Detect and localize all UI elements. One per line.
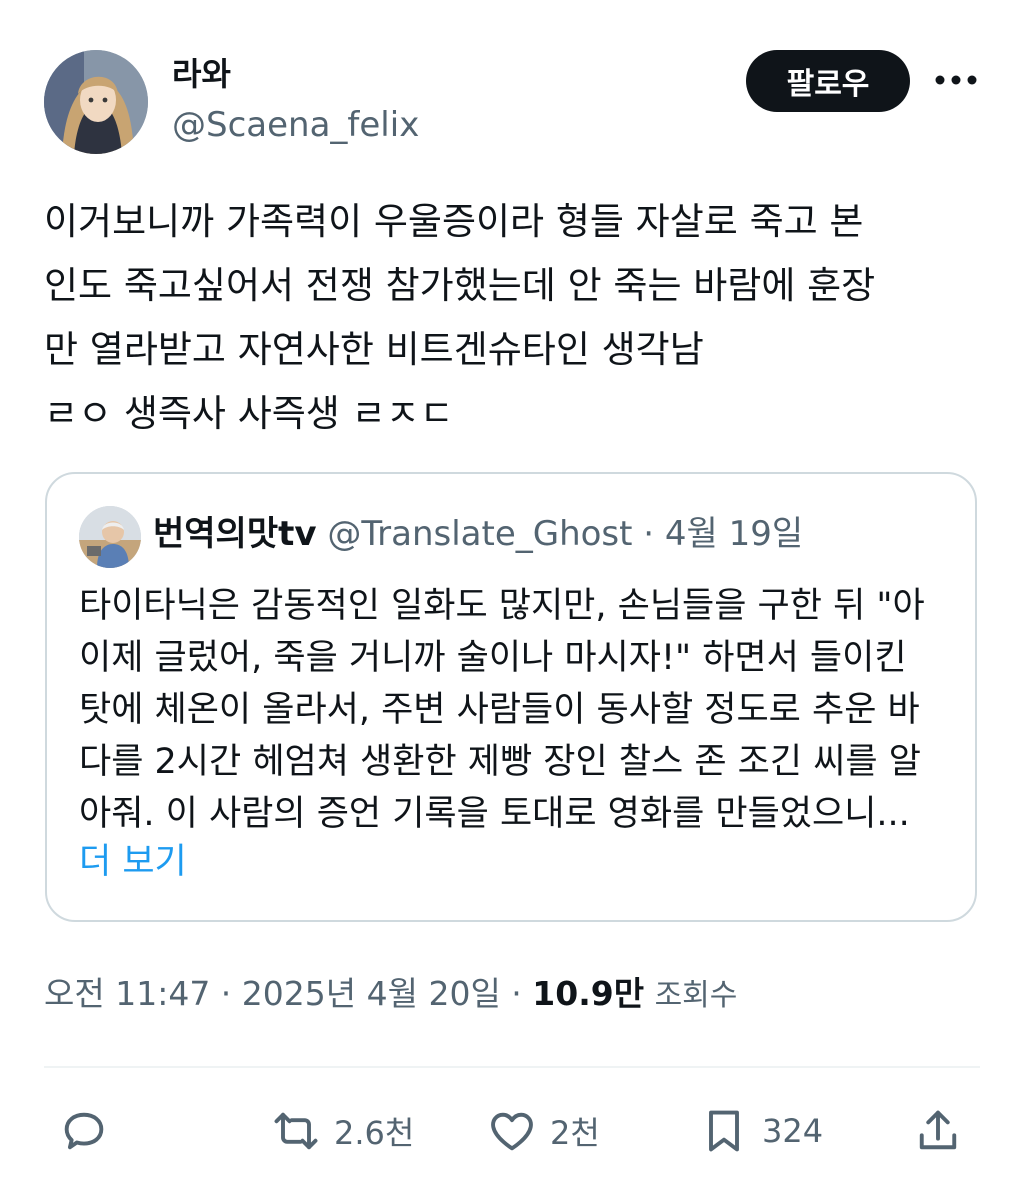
reply-bubble-icon (64, 1112, 104, 1150)
views-count: 10.9만 (532, 974, 645, 1013)
action-bar: 2.6천 2천 324 (44, 1096, 980, 1166)
quoted-tweet-card[interactable]: 번역의맛tv @Translate_Ghost · 4월 19일 타이타닉은 감… (45, 472, 977, 922)
views-label: 조회수 (654, 978, 738, 1013)
reply-button[interactable] (58, 1096, 122, 1166)
share-button[interactable] (912, 1096, 976, 1166)
quoted-tweet-header: 번역의맛tv @Translate_Ghost · 4월 19일 (153, 512, 803, 556)
tweet-meta: 오전 11:47 · 2025년 4월 20일 · 10.9만 조회수 (44, 972, 737, 1018)
quoted-handle[interactable]: @Translate_Ghost (327, 514, 632, 554)
more-horizontal-icon (935, 75, 977, 85)
bookmark-button[interactable]: 324 (698, 1096, 823, 1166)
anime-girl-avatar-icon (44, 50, 148, 154)
quoted-author-avatar[interactable] (79, 506, 141, 568)
retweet-icon (274, 1112, 318, 1150)
show-more-link[interactable]: 더 보기 (79, 836, 187, 888)
quoted-date[interactable]: 4월 19일 (665, 514, 803, 554)
retweet-count: 2.6천 (334, 1114, 415, 1152)
quoted-tweet-text: 타이타닉은 감동적인 일화도 많지만, 손님들을 구한 뒤 "아 이제 글렀어,… (79, 586, 925, 834)
quoted-display-name[interactable]: 번역의맛tv (153, 514, 317, 554)
divider (44, 1066, 980, 1068)
heart-icon (491, 1112, 533, 1151)
share-upload-icon (919, 1110, 957, 1150)
tweet-header: 라와 @Scaena_felix 팔로우 (44, 48, 980, 156)
author-avatar[interactable] (44, 50, 148, 154)
elderly-man-avatar-icon (79, 506, 141, 568)
tweet-text: 이거보니까 가족력이 우울증이라 형들 자살로 죽고 본 인도 죽고싶어서 전쟁… (44, 200, 876, 435)
follow-button[interactable]: 팔로우 (746, 50, 910, 112)
like-button[interactable]: 2천 (486, 1096, 600, 1166)
retweet-button[interactable]: 2.6천 (270, 1096, 414, 1166)
more-options-button[interactable] (932, 56, 980, 104)
author-handle[interactable]: @Scaena_felix (172, 104, 419, 146)
like-count: 2천 (550, 1114, 600, 1152)
bookmark-icon (709, 1110, 739, 1152)
meta-separator: · (643, 514, 655, 554)
bookmark-count: 324 (762, 1112, 824, 1150)
author-display-name[interactable]: 라와 (172, 54, 231, 94)
tweet-time-date[interactable]: 오전 11:47 · 2025년 4월 20일 · (44, 974, 532, 1013)
